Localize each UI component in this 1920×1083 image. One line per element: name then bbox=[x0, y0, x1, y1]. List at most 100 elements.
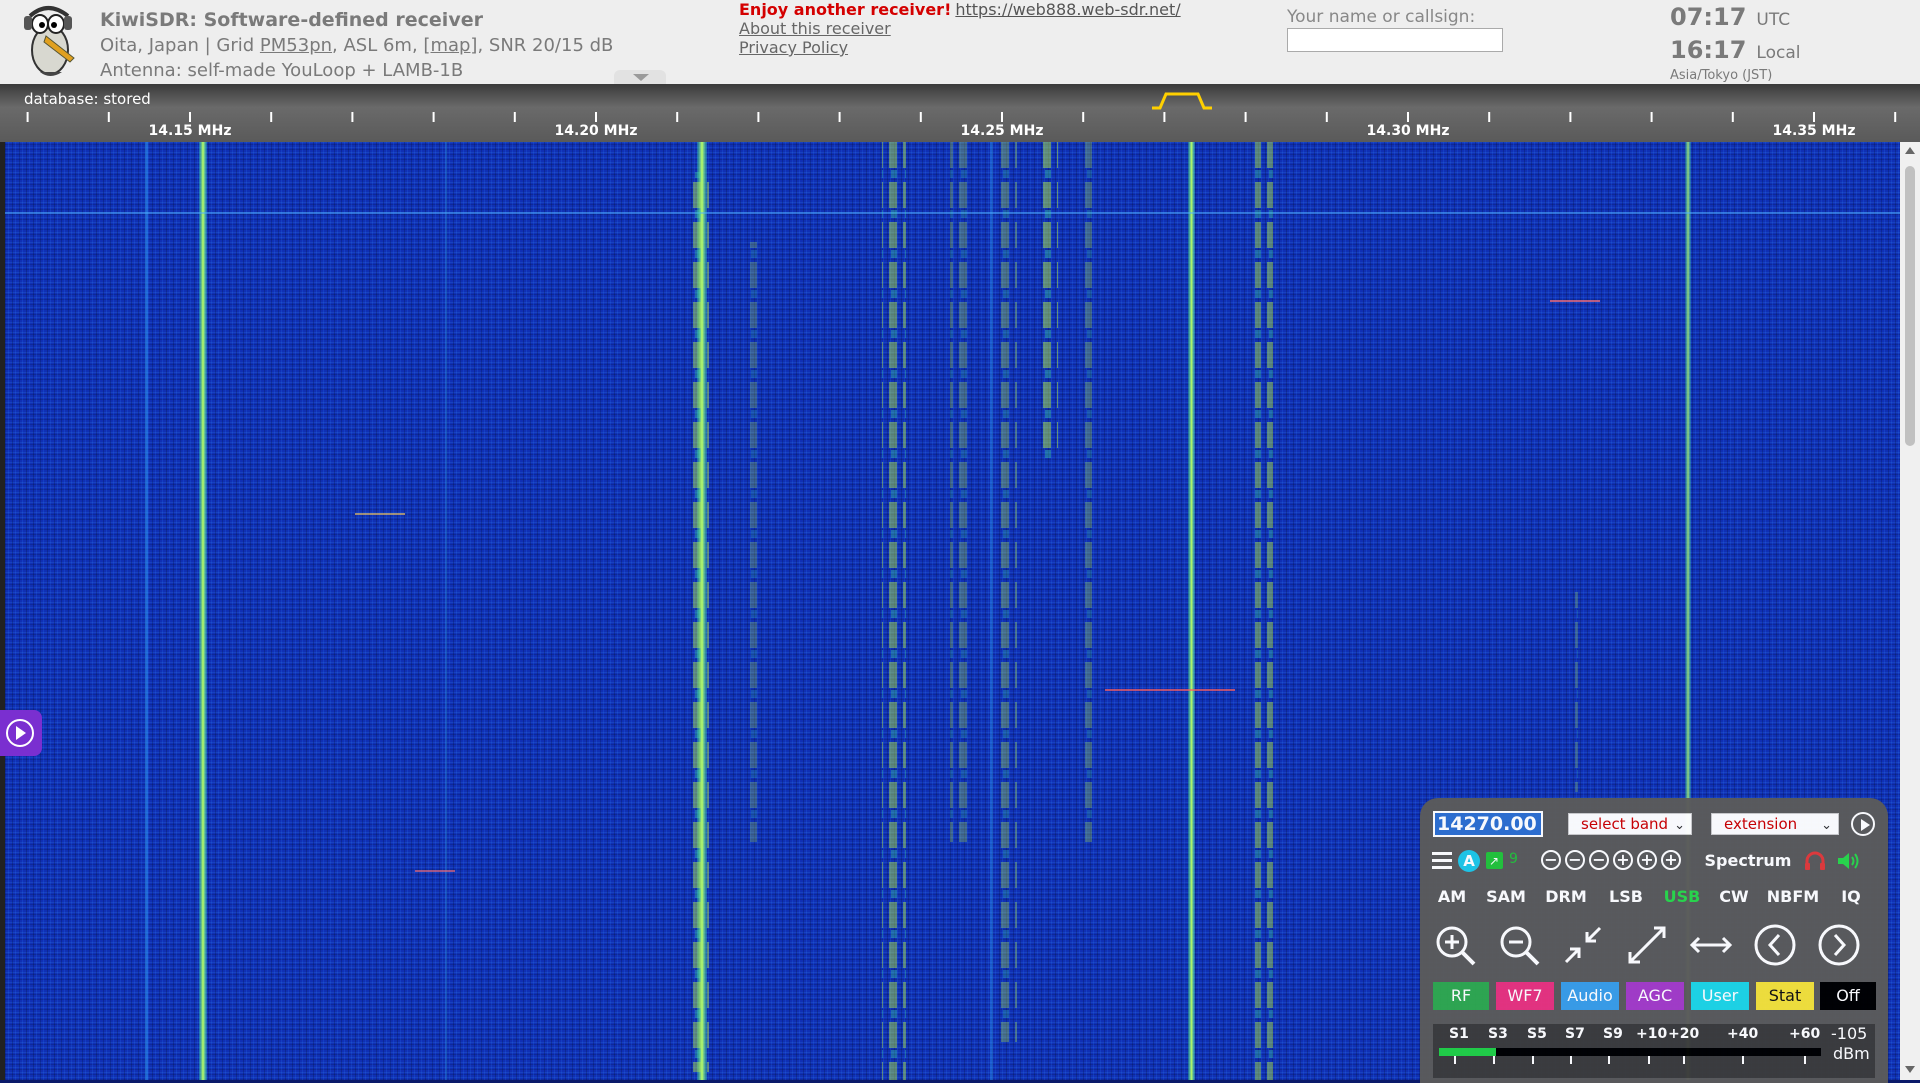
zoom-in-small-icon[interactable]: + bbox=[1613, 850, 1633, 870]
s-meter: S1 S3 S5 S7 S9 +10 +20 +40 +60 -105 dBm bbox=[1433, 1024, 1875, 1078]
zoom-in-magnifier-icon[interactable] bbox=[1432, 922, 1478, 968]
smeter-label: S9 bbox=[1603, 1026, 1623, 1042]
utc-time: 07:17 bbox=[1670, 3, 1747, 31]
mode-iq-button[interactable]: IQ bbox=[1834, 884, 1868, 910]
next-circle-icon[interactable] bbox=[1816, 922, 1862, 968]
play-button[interactable] bbox=[1851, 812, 1875, 836]
play-icon bbox=[1861, 819, 1870, 831]
timezone: Asia/Tokyo (JST) bbox=[1670, 68, 1773, 83]
mode-sam-button[interactable]: SAM bbox=[1481, 884, 1531, 910]
mode-usb-button[interactable]: USB bbox=[1660, 884, 1704, 910]
signal-blip bbox=[355, 513, 405, 515]
receiver-title: KiwiSDR: Software-defined receiver bbox=[100, 9, 483, 31]
map-link[interactable]: [map] bbox=[423, 35, 477, 56]
top-bar: KiwiSDR: Software-defined receiver Oita,… bbox=[0, 0, 1920, 84]
a-badge[interactable]: A bbox=[1458, 850, 1480, 872]
scroll-down-arrow-icon[interactable] bbox=[1905, 1066, 1915, 1073]
utc-label: UTC bbox=[1756, 10, 1791, 30]
scroll-up-arrow-icon[interactable] bbox=[1905, 147, 1915, 154]
antenna-info: Antenna: self-made YouLoop + LAMB-1B bbox=[100, 60, 464, 81]
smeter-label: S3 bbox=[1488, 1026, 1508, 1042]
zoom-out-magnifier-icon[interactable] bbox=[1496, 922, 1542, 968]
menu-icon[interactable] bbox=[1432, 848, 1452, 874]
mode-am-button[interactable]: AM bbox=[1432, 884, 1472, 910]
side-panel-toggle[interactable] bbox=[0, 710, 42, 756]
signal-blip bbox=[1105, 689, 1235, 691]
edit-icon[interactable]: ↗ bbox=[1486, 852, 1503, 869]
expand-icon[interactable] bbox=[1624, 922, 1670, 968]
faint-signal bbox=[990, 142, 993, 1080]
tab-audio[interactable]: Audio bbox=[1561, 982, 1619, 1010]
mode-drm-button[interactable]: DRM bbox=[1541, 884, 1591, 910]
ssb-activity bbox=[689, 172, 709, 1072]
about-link[interactable]: About this receiver bbox=[739, 19, 891, 38]
waterfall-scrollbar[interactable] bbox=[1900, 142, 1920, 1080]
privacy-link[interactable]: Privacy Policy bbox=[739, 38, 848, 57]
swap-arrows-icon[interactable] bbox=[1688, 922, 1734, 968]
frequency-scale[interactable]: database: stored 14.15 MHz 14.20 MHz 14.25… bbox=[0, 84, 1920, 142]
receiver-info: KiwiSDR: Software-defined receiver Oita,… bbox=[100, 8, 613, 83]
tab-agc[interactable]: AGC bbox=[1626, 982, 1684, 1010]
zoom-out-max-icon[interactable]: − bbox=[1541, 850, 1561, 870]
ssb-activity bbox=[950, 142, 970, 842]
scrollbar-thumb[interactable] bbox=[1905, 166, 1915, 446]
tab-wf[interactable]: WF7 bbox=[1496, 982, 1554, 1010]
band-select[interactable]: select band ⌄ bbox=[1568, 813, 1692, 835]
extension-select[interactable]: extension ⌄ bbox=[1711, 813, 1839, 835]
zoom-in-icon[interactable]: + bbox=[1637, 850, 1657, 870]
frequency-label: 14.35 MHz bbox=[1773, 123, 1856, 139]
callsign-input[interactable] bbox=[1287, 28, 1503, 52]
mode-nbfm-button[interactable]: NBFM bbox=[1764, 884, 1822, 910]
headphone-icon[interactable] bbox=[1804, 850, 1826, 872]
compress-icon[interactable] bbox=[1560, 922, 1606, 968]
smeter-label: S5 bbox=[1527, 1026, 1547, 1042]
faint-signal bbox=[145, 142, 148, 1080]
signal-carrier bbox=[199, 142, 207, 1080]
signal-carrier bbox=[1188, 142, 1195, 1080]
chevron-down-icon: ⌄ bbox=[1674, 818, 1685, 833]
kiwi-logo[interactable] bbox=[16, 2, 86, 80]
smeter-label: S1 bbox=[1449, 1026, 1469, 1042]
passband-marker[interactable] bbox=[1152, 92, 1212, 110]
zoom-out-icon[interactable]: − bbox=[1565, 850, 1585, 870]
smeter-label: +10 bbox=[1636, 1026, 1668, 1042]
frequency-label: 14.20 MHz bbox=[555, 123, 638, 139]
speaker-icon[interactable] bbox=[1836, 850, 1862, 872]
tab-user[interactable]: User bbox=[1691, 982, 1749, 1010]
spectrum-button[interactable]: Spectrum bbox=[1704, 848, 1792, 874]
tab-off[interactable]: Off bbox=[1820, 982, 1876, 1010]
tab-stat[interactable]: Stat bbox=[1756, 982, 1814, 1010]
frequency-label: 14.25 MHz bbox=[961, 123, 1044, 139]
ssb-activity bbox=[1040, 142, 1058, 462]
asl-text: , ASL 6m, bbox=[332, 35, 424, 56]
smeter-label: +60 bbox=[1789, 1026, 1821, 1042]
other-receiver-link[interactable]: https://web888.web-sdr.net/ bbox=[955, 0, 1180, 19]
smeter-label: +20 bbox=[1668, 1026, 1700, 1042]
nine-indicator: 9 bbox=[1509, 851, 1518, 867]
ssb-activity bbox=[1080, 142, 1092, 842]
extension-select-value: extension bbox=[1724, 815, 1798, 833]
frequency-input[interactable]: 14270.00 bbox=[1433, 811, 1543, 837]
smeter-track bbox=[1439, 1048, 1821, 1056]
local-clock: 16:17 Local bbox=[1670, 35, 1800, 68]
chevron-down-icon bbox=[633, 74, 649, 81]
zoom-in-max-icon[interactable]: + bbox=[1661, 850, 1681, 870]
local-label: Local bbox=[1756, 43, 1801, 63]
previous-circle-icon[interactable] bbox=[1752, 922, 1798, 968]
smeter-dbm-value: -105 bbox=[1831, 1024, 1868, 1043]
control-panel: 14270.00 select band ⌄ extension ⌄ A ↗ 9 −… bbox=[1420, 798, 1888, 1083]
play-icon bbox=[16, 726, 26, 740]
mode-cw-button[interactable]: CW bbox=[1716, 884, 1752, 910]
enjoy-text: Enjoy another receiver! bbox=[739, 0, 952, 19]
grid-link[interactable]: PM53pn bbox=[260, 35, 332, 56]
ssb-activity bbox=[999, 142, 1017, 1042]
tab-rf[interactable]: RF bbox=[1433, 982, 1489, 1010]
local-time: 16:17 bbox=[1670, 36, 1747, 64]
zoom-out-small-icon[interactable]: − bbox=[1589, 850, 1609, 870]
mode-lsb-button[interactable]: LSB bbox=[1604, 884, 1648, 910]
band-select-value: select band bbox=[1581, 815, 1669, 833]
chevron-down-icon: ⌄ bbox=[1821, 818, 1832, 833]
collapse-header-button[interactable] bbox=[614, 70, 666, 84]
ssb-activity bbox=[1570, 592, 1578, 792]
frequency-label: 14.30 MHz bbox=[1367, 123, 1450, 139]
